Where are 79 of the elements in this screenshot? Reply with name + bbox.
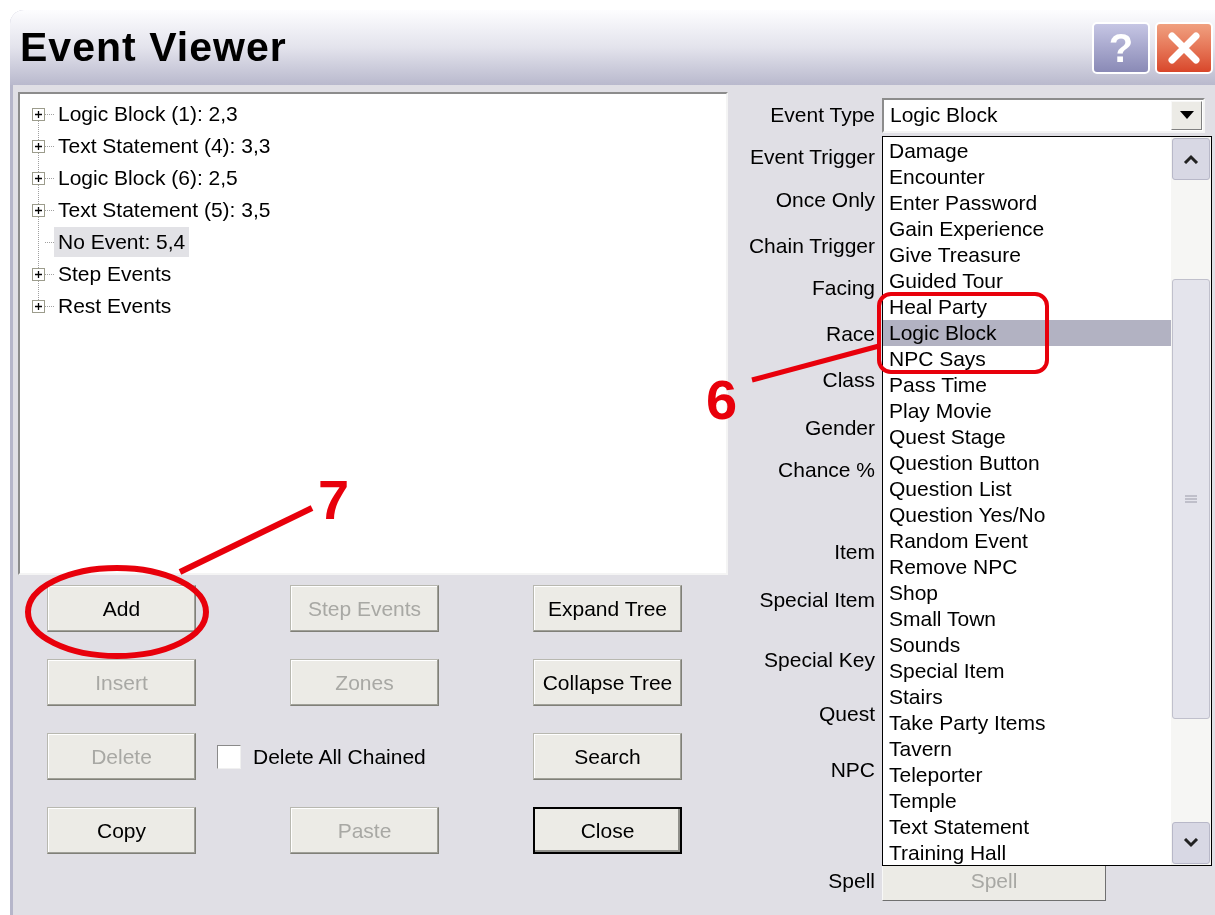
dropdown-arrow-button[interactable] bbox=[1171, 100, 1202, 130]
dropdown-option[interactable]: Encounter bbox=[883, 163, 1171, 190]
dropdown-option[interactable]: Text Statement bbox=[883, 813, 1171, 840]
tree-item[interactable]: Text Statement (4): 3,3 bbox=[54, 131, 275, 161]
scroll-up-button[interactable] bbox=[1172, 137, 1210, 180]
dialog-button[interactable]: Search bbox=[533, 733, 682, 780]
field-label: Spell bbox=[827, 868, 875, 895]
chevron-up-icon bbox=[1183, 153, 1199, 164]
dialog-button[interactable]: Expand Tree bbox=[533, 585, 682, 632]
expand-icon[interactable] bbox=[32, 299, 45, 313]
dropdown-option[interactable]: Shop bbox=[883, 579, 1171, 606]
tree-item[interactable]: Rest Events bbox=[54, 291, 176, 321]
dropdown-option[interactable]: Sounds bbox=[883, 631, 1171, 658]
dropdown-option[interactable]: Random Event bbox=[883, 527, 1171, 554]
dropdown-option[interactable]: Play Movie bbox=[883, 397, 1171, 424]
dropdown-option[interactable]: Small Town bbox=[883, 605, 1171, 632]
field-label: Event Trigger bbox=[749, 144, 875, 171]
dropdown-option[interactable]: NPC Says bbox=[883, 345, 1171, 372]
dropdown-option[interactable]: Take Party Items bbox=[883, 709, 1171, 736]
dropdown-option[interactable]: Tavern bbox=[883, 735, 1171, 762]
dropdown-option[interactable]: Guided Tour bbox=[883, 267, 1171, 294]
field-label: Facing bbox=[810, 275, 875, 302]
tree-item[interactable]: Logic Block (6): 2,5 bbox=[54, 163, 242, 193]
dropdown-option[interactable]: Temple bbox=[883, 787, 1171, 814]
close-icon bbox=[1167, 30, 1201, 65]
scroll-thumb[interactable] bbox=[1172, 278, 1210, 719]
tree-item[interactable]: No Event: 5,4 bbox=[54, 227, 190, 257]
dropdown-option[interactable]: Stairs bbox=[883, 683, 1171, 710]
field-label: Class bbox=[821, 367, 875, 394]
dropdown-option[interactable]: Special Item bbox=[883, 657, 1171, 684]
field-label: Quest bbox=[817, 701, 875, 728]
field-label: NPC bbox=[829, 757, 875, 784]
dropdown-option[interactable]: Logic Block bbox=[883, 319, 1171, 346]
dropdown-option[interactable]: Enter Password bbox=[883, 189, 1171, 216]
dropdown-option[interactable]: Gain Experience bbox=[883, 215, 1171, 242]
window-title: Event Viewer bbox=[19, 22, 287, 72]
expand-icon[interactable] bbox=[32, 171, 45, 185]
scroll-down-button[interactable] bbox=[1172, 821, 1210, 864]
field-label: Gender bbox=[803, 415, 875, 442]
dialog-button[interactable]: Collapse Tree bbox=[533, 659, 682, 706]
annotation-number: 7 bbox=[318, 472, 350, 528]
dropdown-option[interactable]: Question Yes/No bbox=[883, 501, 1171, 528]
close-button[interactable] bbox=[1155, 21, 1213, 74]
field-label: Item bbox=[833, 539, 875, 566]
tree-item[interactable]: Logic Block (1): 2,3 bbox=[54, 99, 242, 129]
dropdown-value: Logic Block bbox=[889, 102, 998, 129]
dropdown-option[interactable]: Damage bbox=[883, 137, 1171, 164]
scrollbar[interactable] bbox=[1171, 136, 1211, 865]
field-label: Once Only bbox=[774, 187, 875, 214]
checkbox-label: Delete All Chained bbox=[253, 743, 426, 770]
dialog-button[interactable]: Close bbox=[533, 807, 682, 854]
tree-item[interactable]: Text Statement (5): 3,5 bbox=[54, 195, 275, 225]
field-label: Event Type bbox=[769, 102, 875, 129]
dropdown-option[interactable]: Question List bbox=[883, 475, 1171, 502]
field-label: Special Item bbox=[758, 587, 875, 614]
caret-icon bbox=[1179, 111, 1194, 119]
field-label: Race bbox=[824, 321, 875, 348]
expand-icon[interactable] bbox=[32, 203, 45, 217]
dropdown-option[interactable]: Question Button bbox=[883, 449, 1171, 476]
dropdown-option[interactable]: Give Treasure bbox=[883, 241, 1171, 268]
dialog-button[interactable]: Copy bbox=[47, 807, 196, 854]
dropdown-option[interactable]: Pass Time bbox=[883, 371, 1171, 398]
dropdown-option[interactable]: Quest Stage bbox=[883, 423, 1171, 450]
dialog-button[interactable]: Add bbox=[47, 585, 196, 632]
field-label: Chance % bbox=[777, 457, 875, 484]
chevron-down-icon bbox=[1183, 837, 1199, 848]
dropdown-option[interactable]: Heal Party bbox=[883, 293, 1171, 320]
dropdown-option[interactable]: Teleporter bbox=[883, 761, 1171, 788]
expand-icon[interactable] bbox=[32, 267, 45, 281]
expand-icon[interactable] bbox=[32, 107, 45, 121]
field-label: Chain Trigger bbox=[747, 233, 875, 260]
grip-icon bbox=[1185, 494, 1197, 503]
expand-icon[interactable] bbox=[32, 139, 45, 153]
field-label: Special Key bbox=[763, 647, 875, 674]
checkbox[interactable] bbox=[217, 744, 241, 769]
tree-item[interactable]: Step Events bbox=[54, 259, 176, 289]
event-type-dropdown[interactable]: Logic Block bbox=[882, 97, 1205, 133]
annotation-number: 6 bbox=[706, 372, 738, 428]
dropdown-option[interactable]: Remove NPC bbox=[883, 553, 1171, 580]
